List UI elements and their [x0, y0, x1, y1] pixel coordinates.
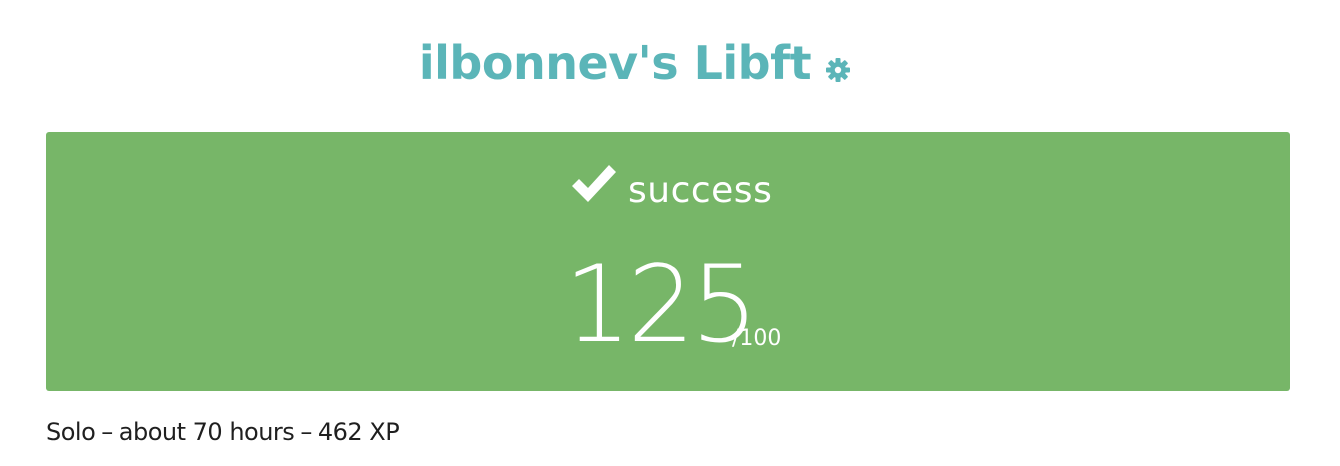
page-title: ilbonnev's Libft	[418, 36, 812, 90]
xp-value: 462 XP	[317, 418, 400, 446]
title-row: ilbonnev's Libft	[0, 30, 1340, 110]
result-card: success 125 /100	[46, 132, 1290, 391]
project-meta: Solo – about 70 hours –462 XP	[46, 418, 400, 446]
status-label: success	[628, 170, 773, 211]
meta-separator: –	[300, 418, 312, 446]
meta-separator: –	[101, 418, 113, 446]
team-type: Solo	[46, 418, 96, 446]
score-row: 125 /100	[46, 250, 1290, 370]
project-result-page: ilbonnev's Libft success 125 /100 Solo –…	[0, 0, 1340, 466]
check-icon	[569, 162, 619, 206]
score-max: /100	[732, 326, 782, 351]
gear-icon[interactable]	[824, 56, 852, 84]
score-value: 125	[564, 243, 758, 366]
status-row: success	[46, 162, 1290, 218]
duration: about 70 hours	[118, 418, 295, 446]
